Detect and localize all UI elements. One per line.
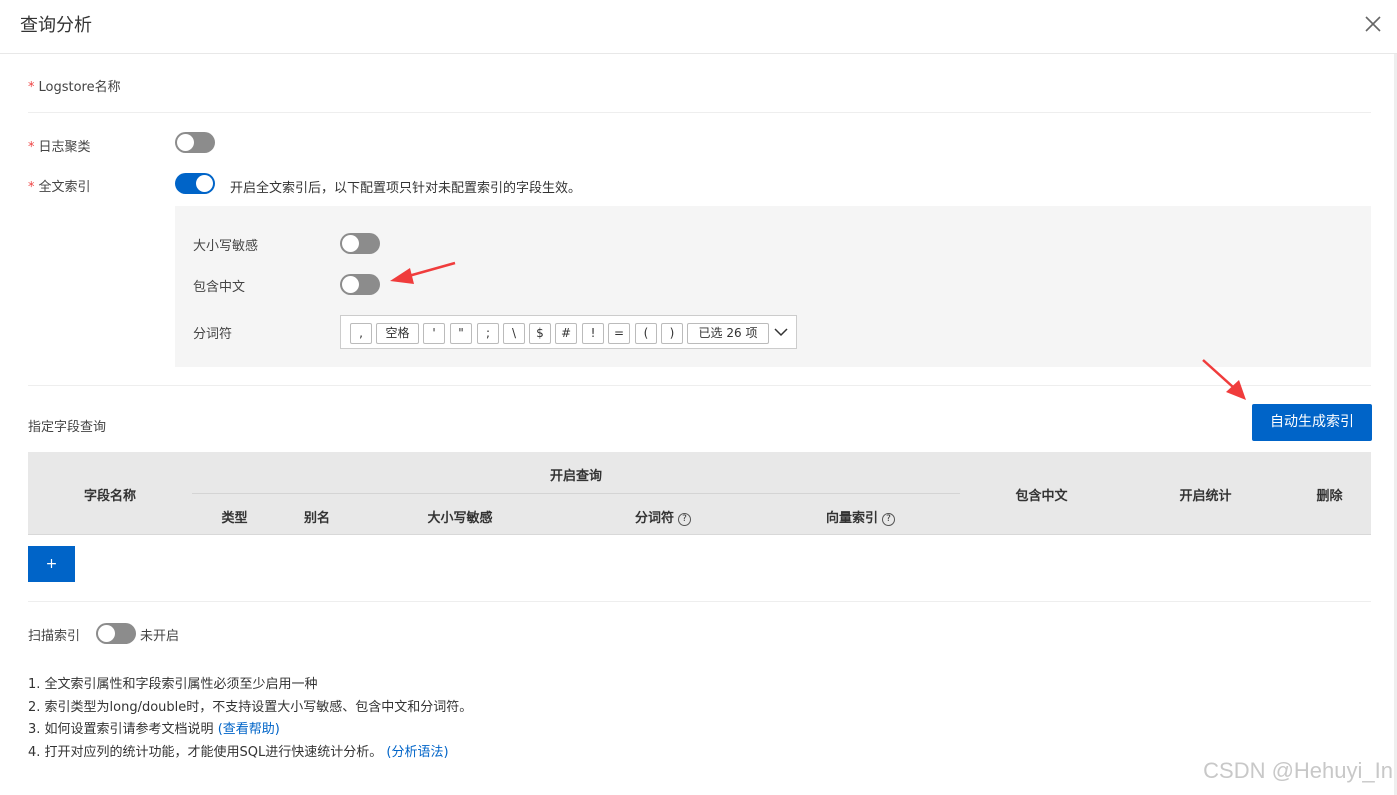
include-chinese-switch[interactable] (340, 274, 380, 295)
include-chinese-label: 包含中文 (193, 280, 246, 295)
watermark: CSDN @Hehuyi_In (1203, 758, 1393, 783)
help-icon[interactable]: ? (678, 513, 691, 526)
header-group-divider (192, 493, 960, 494)
dialog-header: 查询分析 (0, 0, 1397, 54)
divider (28, 601, 1371, 602)
syntax-link[interactable]: (分析语法) (386, 745, 448, 760)
delimiter-tag[interactable]: \ (503, 323, 525, 344)
delimiter-tag[interactable]: # (555, 323, 577, 344)
delimiter-tag[interactable]: $ (529, 323, 551, 344)
col-case-sensitive: 大小写敏感 (427, 511, 493, 526)
col-vector-index: 向量索引? (763, 507, 958, 526)
col-field-name: 字段名称 (83, 489, 136, 504)
delimiter-tag[interactable]: 空格 (376, 323, 419, 344)
delimiter-tag[interactable]: ) (661, 323, 683, 344)
delimiter-tag[interactable]: ; (477, 323, 499, 344)
full-text-label: * 全文索引 (28, 180, 91, 195)
col-enable-query: 开启查询 (549, 469, 602, 484)
required-mark: * (28, 140, 35, 155)
divider (28, 112, 1371, 113)
col-include-chinese: 包含中文 (1015, 489, 1068, 504)
col-delimiter: 分词符? (563, 507, 763, 526)
field-query-title: 指定字段查询 (28, 420, 107, 435)
full-text-switch[interactable] (175, 173, 215, 194)
col-alias: 别名 (303, 511, 330, 526)
col-type: 类型 (221, 511, 248, 526)
selected-count-tag[interactable]: 已选 26 项 (687, 323, 769, 344)
add-field-button[interactable]: + (28, 546, 75, 582)
note-item: 1. 全文索引属性和字段索引属性必须至少启用一种 (28, 677, 318, 692)
note-item: 3. 如何设置索引请参考文档说明 (查看帮助) (28, 722, 280, 737)
scan-index-status: 未开启 (140, 629, 180, 644)
scan-index-label: 扫描索引 (28, 629, 81, 644)
full-text-description: 开启全文索引后，以下配置项只针对未配置索引的字段生效。 (230, 181, 582, 196)
close-icon[interactable] (1361, 12, 1385, 36)
delimiter-tag[interactable]: " (450, 323, 472, 344)
delimiter-tag[interactable]: ' (423, 323, 445, 344)
note-item: 4. 打开对应列的统计功能，才能使用SQL进行快速统计分析。 (分析语法) (28, 744, 449, 760)
delimiter-tag[interactable]: , (350, 323, 372, 344)
col-enable-stats: 开启统计 (1179, 489, 1232, 504)
auto-generate-index-button[interactable]: 自动生成索引 (1252, 404, 1372, 441)
scan-index-switch[interactable] (96, 623, 136, 644)
delimiter-tag[interactable]: ! (582, 323, 604, 344)
dialog-title: 查询分析 (20, 15, 92, 36)
help-link[interactable]: (查看帮助) (218, 722, 280, 737)
delimiter-tag[interactable]: ( (635, 323, 657, 344)
required-mark: * (28, 80, 35, 95)
note-item: 2. 索引类型为long/double时，不支持设置大小写敏感、包含中文和分词符… (28, 699, 473, 715)
chevron-down-icon[interactable] (773, 324, 789, 340)
log-cluster-switch[interactable] (175, 132, 215, 153)
help-icon[interactable]: ? (882, 513, 895, 526)
log-cluster-label: * 日志聚类 (28, 140, 91, 155)
case-sensitive-label: 大小写敏感 (193, 239, 259, 254)
delimiter-select[interactable]: , 空格 ' " ; \ $ # ! = ( ) 已选 26 项 (340, 315, 797, 349)
required-mark: * (28, 180, 35, 195)
case-sensitive-switch[interactable] (340, 233, 380, 254)
logstore-label: * Logstore名称 (28, 80, 121, 95)
delimiter-label: 分词符 (193, 327, 233, 342)
delimiter-tag[interactable]: = (608, 323, 630, 344)
field-table-header: 字段名称 开启查询 类型 别名 大小写敏感 分词符? 向量索引? 包含中文 开启… (28, 452, 1371, 535)
col-delete: 删除 (1316, 489, 1343, 504)
notes-list: 1. 全文索引属性和字段索引属性必须至少启用一种 2. 索引类型为long/do… (28, 674, 472, 764)
divider (28, 385, 1371, 386)
